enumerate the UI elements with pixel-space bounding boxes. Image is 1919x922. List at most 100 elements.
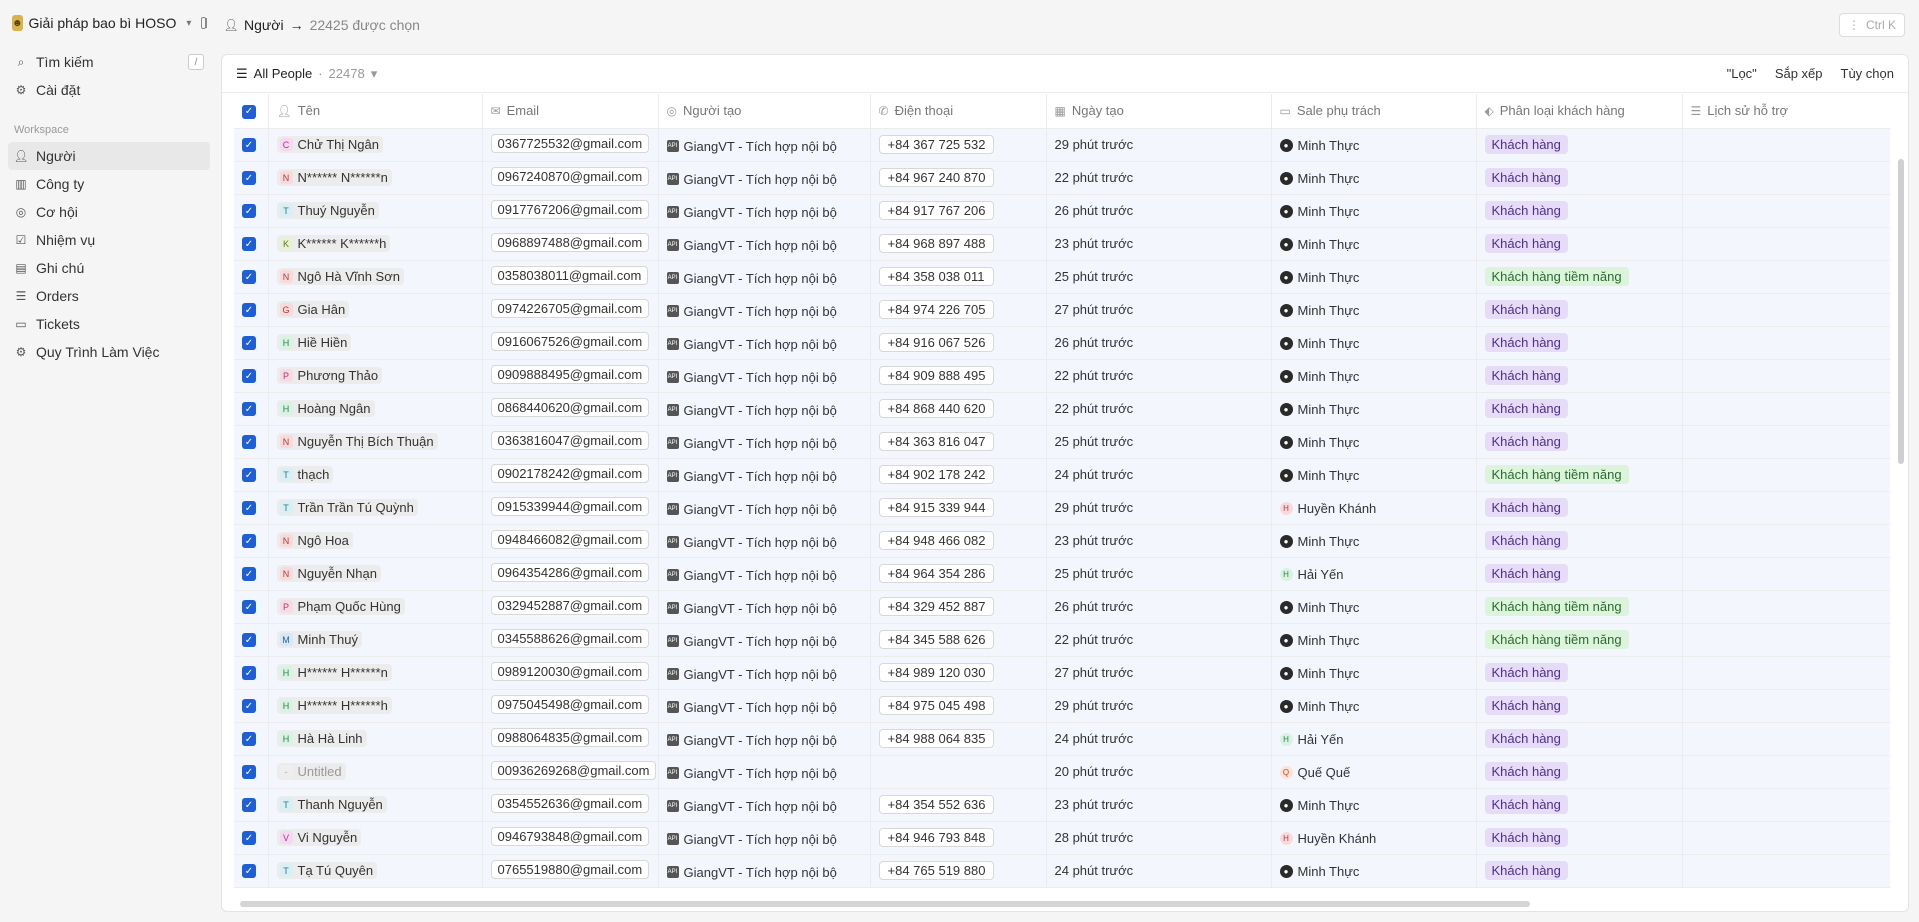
- email-cell[interactable]: 0363816047@gmail.com: [482, 425, 659, 459]
- sale-owner[interactable]: ● Minh Thực: [1279, 798, 1359, 813]
- table-row[interactable]: ✓ V Vi Nguyễn 0946793848@gmail.com API Gia…: [234, 821, 1890, 855]
- created-cell[interactable]: 22 phút trước: [1046, 359, 1272, 393]
- name-cell[interactable]: N N****** N******n: [268, 161, 483, 195]
- sale-owner[interactable]: ● Minh Thực: [1279, 369, 1359, 384]
- row-checkbox[interactable]: ✓: [242, 468, 256, 483]
- table-row[interactable]: ✓ H H****** H******n 0989120030@gmail.com…: [234, 656, 1890, 690]
- phone-chip[interactable]: +84 974 226 705: [878, 300, 995, 319]
- support-history-cell[interactable]: [1682, 491, 1890, 525]
- phone-chip[interactable]: +84 868 440 620: [878, 399, 995, 418]
- creator-cell[interactable]: API GiangVT - Tích hợp nội bộ: [658, 788, 871, 822]
- creator-cell[interactable]: API GiangVT - Tích hợp nội bộ: [658, 161, 871, 195]
- sale-owner[interactable]: ● Minh Thực: [1279, 303, 1359, 318]
- email-chip[interactable]: 0974226705@gmail.com: [490, 298, 650, 318]
- name-cell[interactable]: P Phạm Quốc Hùng: [268, 590, 483, 624]
- person-chip[interactable]: H Hoàng Ngân: [276, 400, 375, 418]
- email-cell[interactable]: 0765519880@gmail.com: [482, 854, 659, 888]
- column-header-email[interactable]: ✉ Email: [482, 94, 659, 129]
- sale-owner[interactable]: ● Minh Thực: [1279, 666, 1359, 681]
- creator-cell[interactable]: API GiangVT - Tích hợp nội bộ: [658, 623, 871, 657]
- phone-cell[interactable]: +84 964 354 286: [870, 557, 1047, 591]
- row-checkbox[interactable]: ✓: [242, 633, 256, 648]
- sale-owner[interactable]: ● Minh Thực: [1279, 402, 1359, 417]
- table-row[interactable]: ✓ T Thuý Nguyễn 0917767206@gmail.com API G…: [234, 194, 1890, 228]
- creator-cell[interactable]: API GiangVT - Tích hợp nội bộ: [658, 689, 871, 723]
- name-cell[interactable]: H Hà Hà Linh: [268, 722, 483, 756]
- sidebar-item-search[interactable]: ⌕ Tìm kiếm /: [8, 48, 210, 76]
- creator-cell[interactable]: API GiangVT - Tích hợp nội bộ: [658, 260, 871, 294]
- row-select-cell[interactable]: ✓: [234, 755, 269, 789]
- row-select-cell[interactable]: ✓: [234, 128, 269, 162]
- row-select-cell[interactable]: ✓: [234, 722, 269, 756]
- created-cell[interactable]: 24 phút trước: [1046, 722, 1272, 756]
- email-cell[interactable]: 00936269268@gmail.com: [482, 755, 659, 789]
- support-history-cell[interactable]: [1682, 590, 1890, 624]
- table-row[interactable]: ✓ G Gia Hân 0974226705@gmail.com API Giang…: [234, 293, 1890, 327]
- email-cell[interactable]: 0345588626@gmail.com: [482, 623, 659, 657]
- sale-owner[interactable]: H Hải Yến: [1279, 732, 1344, 747]
- person-chip[interactable]: M Minh Thuý: [276, 631, 362, 649]
- email-cell[interactable]: 0367725532@gmail.com: [482, 128, 659, 162]
- support-history-cell[interactable]: [1682, 524, 1890, 558]
- email-chip[interactable]: 0367725532@gmail.com: [490, 133, 650, 153]
- email-chip[interactable]: 0967240870@gmail.com: [490, 166, 650, 186]
- creator-cell[interactable]: API GiangVT - Tích hợp nội bộ: [658, 491, 871, 525]
- name-cell[interactable]: N Nguyễn Thị Bích Thuận: [268, 425, 483, 459]
- support-history-cell[interactable]: [1682, 293, 1890, 327]
- creator-cell[interactable]: API GiangVT - Tích hợp nội bộ: [658, 227, 871, 261]
- column-header-phone[interactable]: ✆ Điện thoại: [870, 94, 1047, 129]
- name-cell[interactable]: H Hiề Hiền: [268, 326, 483, 360]
- command-menu-button[interactable]: ⋮ Ctrl K: [1839, 13, 1905, 37]
- name-cell[interactable]: C Chử Thị Ngân: [268, 128, 483, 162]
- sale-cell[interactable]: ● Minh Thực: [1271, 425, 1477, 459]
- row-checkbox[interactable]: ✓: [242, 369, 256, 384]
- customer-type-cell[interactable]: Khách hàng: [1476, 821, 1683, 855]
- sidebar-item-4[interactable]: ▤ Ghi chú: [8, 254, 210, 282]
- support-history-cell[interactable]: [1682, 722, 1890, 756]
- sale-owner[interactable]: ● Minh Thực: [1279, 204, 1359, 219]
- sale-owner[interactable]: ● Minh Thực: [1279, 534, 1359, 549]
- name-cell[interactable]: N Ngô Hà Vĩnh Sơn: [268, 260, 483, 294]
- email-chip[interactable]: 0964354286@gmail.com: [490, 562, 650, 582]
- sale-owner[interactable]: H Hải Yến: [1279, 567, 1344, 582]
- vertical-scrollbar[interactable]: [1898, 159, 1904, 464]
- created-cell[interactable]: 23 phút trước: [1046, 788, 1272, 822]
- name-cell[interactable]: H H****** H******n: [268, 656, 483, 690]
- row-select-cell[interactable]: ✓: [234, 392, 269, 426]
- email-cell[interactable]: 0917767206@gmail.com: [482, 194, 659, 228]
- created-cell[interactable]: 26 phút trước: [1046, 194, 1272, 228]
- sale-owner[interactable]: ● Minh Thực: [1279, 336, 1359, 351]
- phone-chip[interactable]: +84 367 725 532: [878, 135, 995, 154]
- person-chip[interactable]: P Phạm Quốc Hùng: [276, 598, 405, 616]
- creator-cell[interactable]: API GiangVT - Tích hợp nội bộ: [658, 128, 871, 162]
- name-cell[interactable]: K K****** K******h: [268, 227, 483, 261]
- creator-cell[interactable]: API GiangVT - Tích hợp nội bộ: [658, 755, 871, 789]
- person-chip[interactable]: K K****** K******h: [276, 235, 391, 253]
- sidebar-item-0[interactable]: 👤︎ Người: [8, 142, 210, 170]
- sale-cell[interactable]: ● Minh Thực: [1271, 293, 1477, 327]
- table-row[interactable]: ✓ M Minh Thuý 0345588626@gmail.com API Gia…: [234, 623, 1890, 657]
- sidebar-item-5[interactable]: ☰ Orders: [8, 282, 210, 310]
- email-cell[interactable]: 0902178242@gmail.com: [482, 458, 659, 492]
- email-cell[interactable]: 0915339944@gmail.com: [482, 491, 659, 525]
- email-cell[interactable]: 0988064835@gmail.com: [482, 722, 659, 756]
- sidebar-item-6[interactable]: ▭ Tickets: [8, 310, 210, 338]
- sidebar-item-7[interactable]: ⚙ Quy Trình Làm Việc: [8, 338, 210, 366]
- phone-cell[interactable]: +84 367 725 532: [870, 128, 1047, 162]
- email-chip[interactable]: 0909888495@gmail.com: [490, 364, 650, 384]
- row-checkbox[interactable]: ✓: [242, 666, 256, 681]
- email-cell[interactable]: 0964354286@gmail.com: [482, 557, 659, 591]
- email-chip[interactable]: 0354552636@gmail.com: [490, 793, 650, 813]
- created-cell[interactable]: 29 phút trước: [1046, 491, 1272, 525]
- sale-cell[interactable]: H Hải Yến: [1271, 557, 1477, 591]
- phone-cell[interactable]: +84 868 440 620: [870, 392, 1047, 426]
- table-row[interactable]: ✓ T Tạ Tú Quyên 0765519880@gmail.com API G…: [234, 854, 1890, 888]
- customer-type-cell[interactable]: Khách hàng: [1476, 557, 1683, 591]
- phone-cell[interactable]: +84 988 064 835: [870, 722, 1047, 756]
- email-chip[interactable]: 0968897488@gmail.com: [490, 232, 650, 252]
- row-select-cell[interactable]: ✓: [234, 623, 269, 657]
- creator-cell[interactable]: API GiangVT - Tích hợp nội bộ: [658, 590, 871, 624]
- table-row[interactable]: ✓ Tthạch 0902178242@gmail.com API GiangVT…: [234, 458, 1890, 492]
- phone-chip[interactable]: +84 975 045 498: [878, 696, 995, 715]
- name-cell[interactable]: T Thuý Nguyễn: [268, 194, 483, 228]
